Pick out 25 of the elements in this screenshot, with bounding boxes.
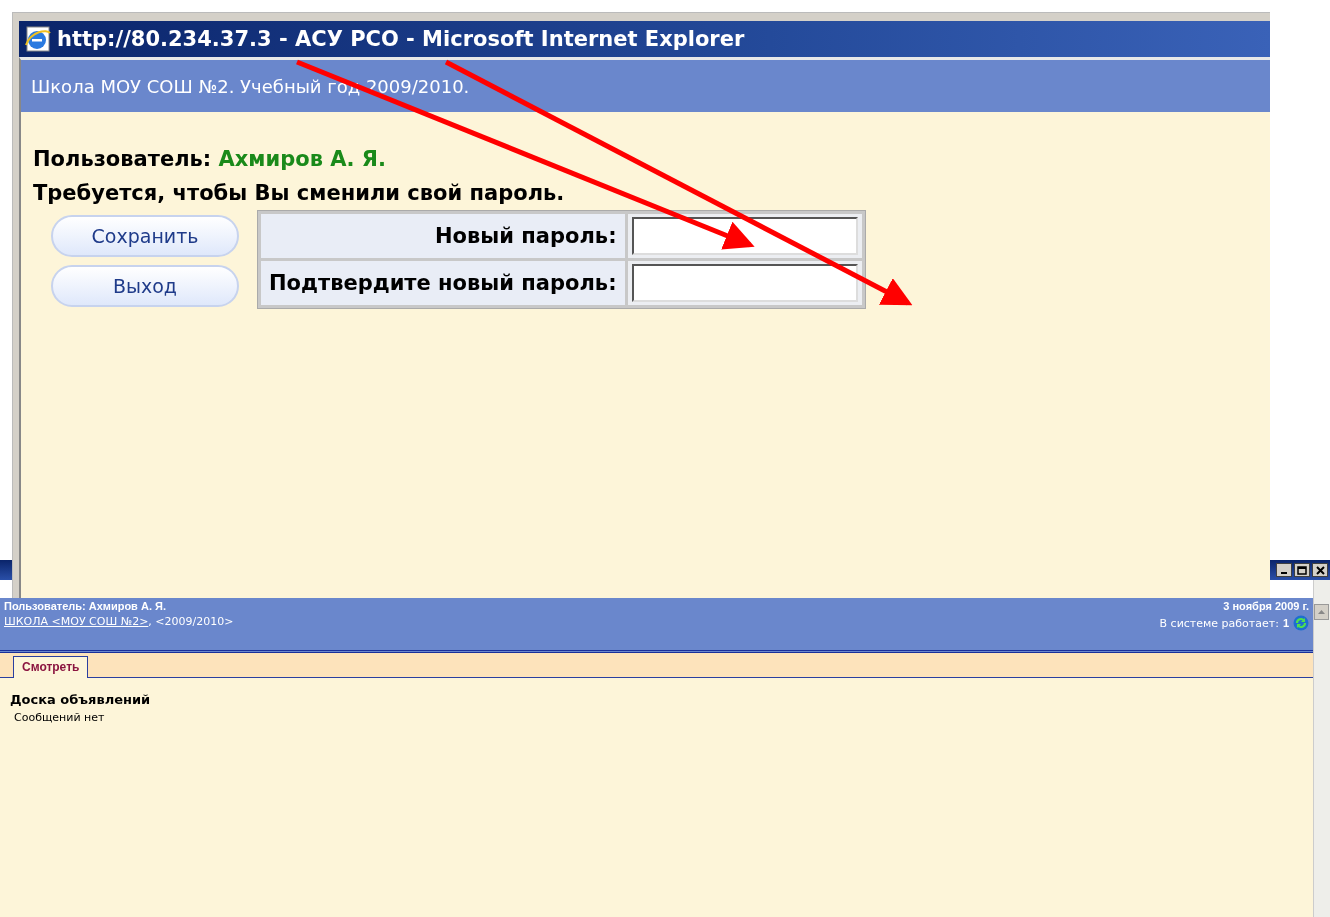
school-link[interactable]: ШКОЛА <МОУ СОШ №2> bbox=[4, 615, 149, 628]
view-tab[interactable]: Смотреть bbox=[13, 656, 89, 678]
maximize-icon bbox=[1297, 565, 1307, 575]
window-title: http://80.234.37.3 - АСУ РСО - Microsoft Internet Explorer bbox=[57, 27, 745, 51]
online-users-label: В системе работает: bbox=[1159, 616, 1279, 630]
exit-button[interactable]: Выход bbox=[51, 265, 239, 307]
browser-e-icon bbox=[23, 25, 51, 53]
minimize-button[interactable] bbox=[1276, 563, 1292, 577]
password-field[interactable] bbox=[631, 264, 858, 302]
up-arrow-icon bbox=[1318, 610, 1325, 614]
user-line: Пользователь: Ахмиров А. Я. bbox=[33, 146, 387, 173]
board-title: Доска объявлений bbox=[10, 692, 152, 707]
user-name-text: Пользователь: Ахмиров А. Я. bbox=[4, 600, 167, 612]
online-users-count: 1 bbox=[1282, 617, 1289, 629]
save-button[interactable]: Сохранить bbox=[51, 215, 239, 257]
maximize-button[interactable] bbox=[1294, 563, 1310, 577]
field-label: Новый пароль: bbox=[261, 214, 625, 258]
close-button[interactable] bbox=[1312, 563, 1328, 577]
refresh-icon[interactable] bbox=[1293, 615, 1309, 631]
close-icon bbox=[1315, 565, 1325, 575]
field-label: Подтвердите новый пароль: bbox=[261, 261, 625, 305]
password-change-prompt: Требуется, чтобы Вы сменили свой пароль. bbox=[33, 180, 566, 207]
empty-message: Сообщений нет bbox=[14, 711, 106, 724]
date-text: 3 ноября 2009 г. bbox=[1223, 600, 1309, 612]
school-year-text: , <2009/2010> bbox=[148, 615, 234, 628]
